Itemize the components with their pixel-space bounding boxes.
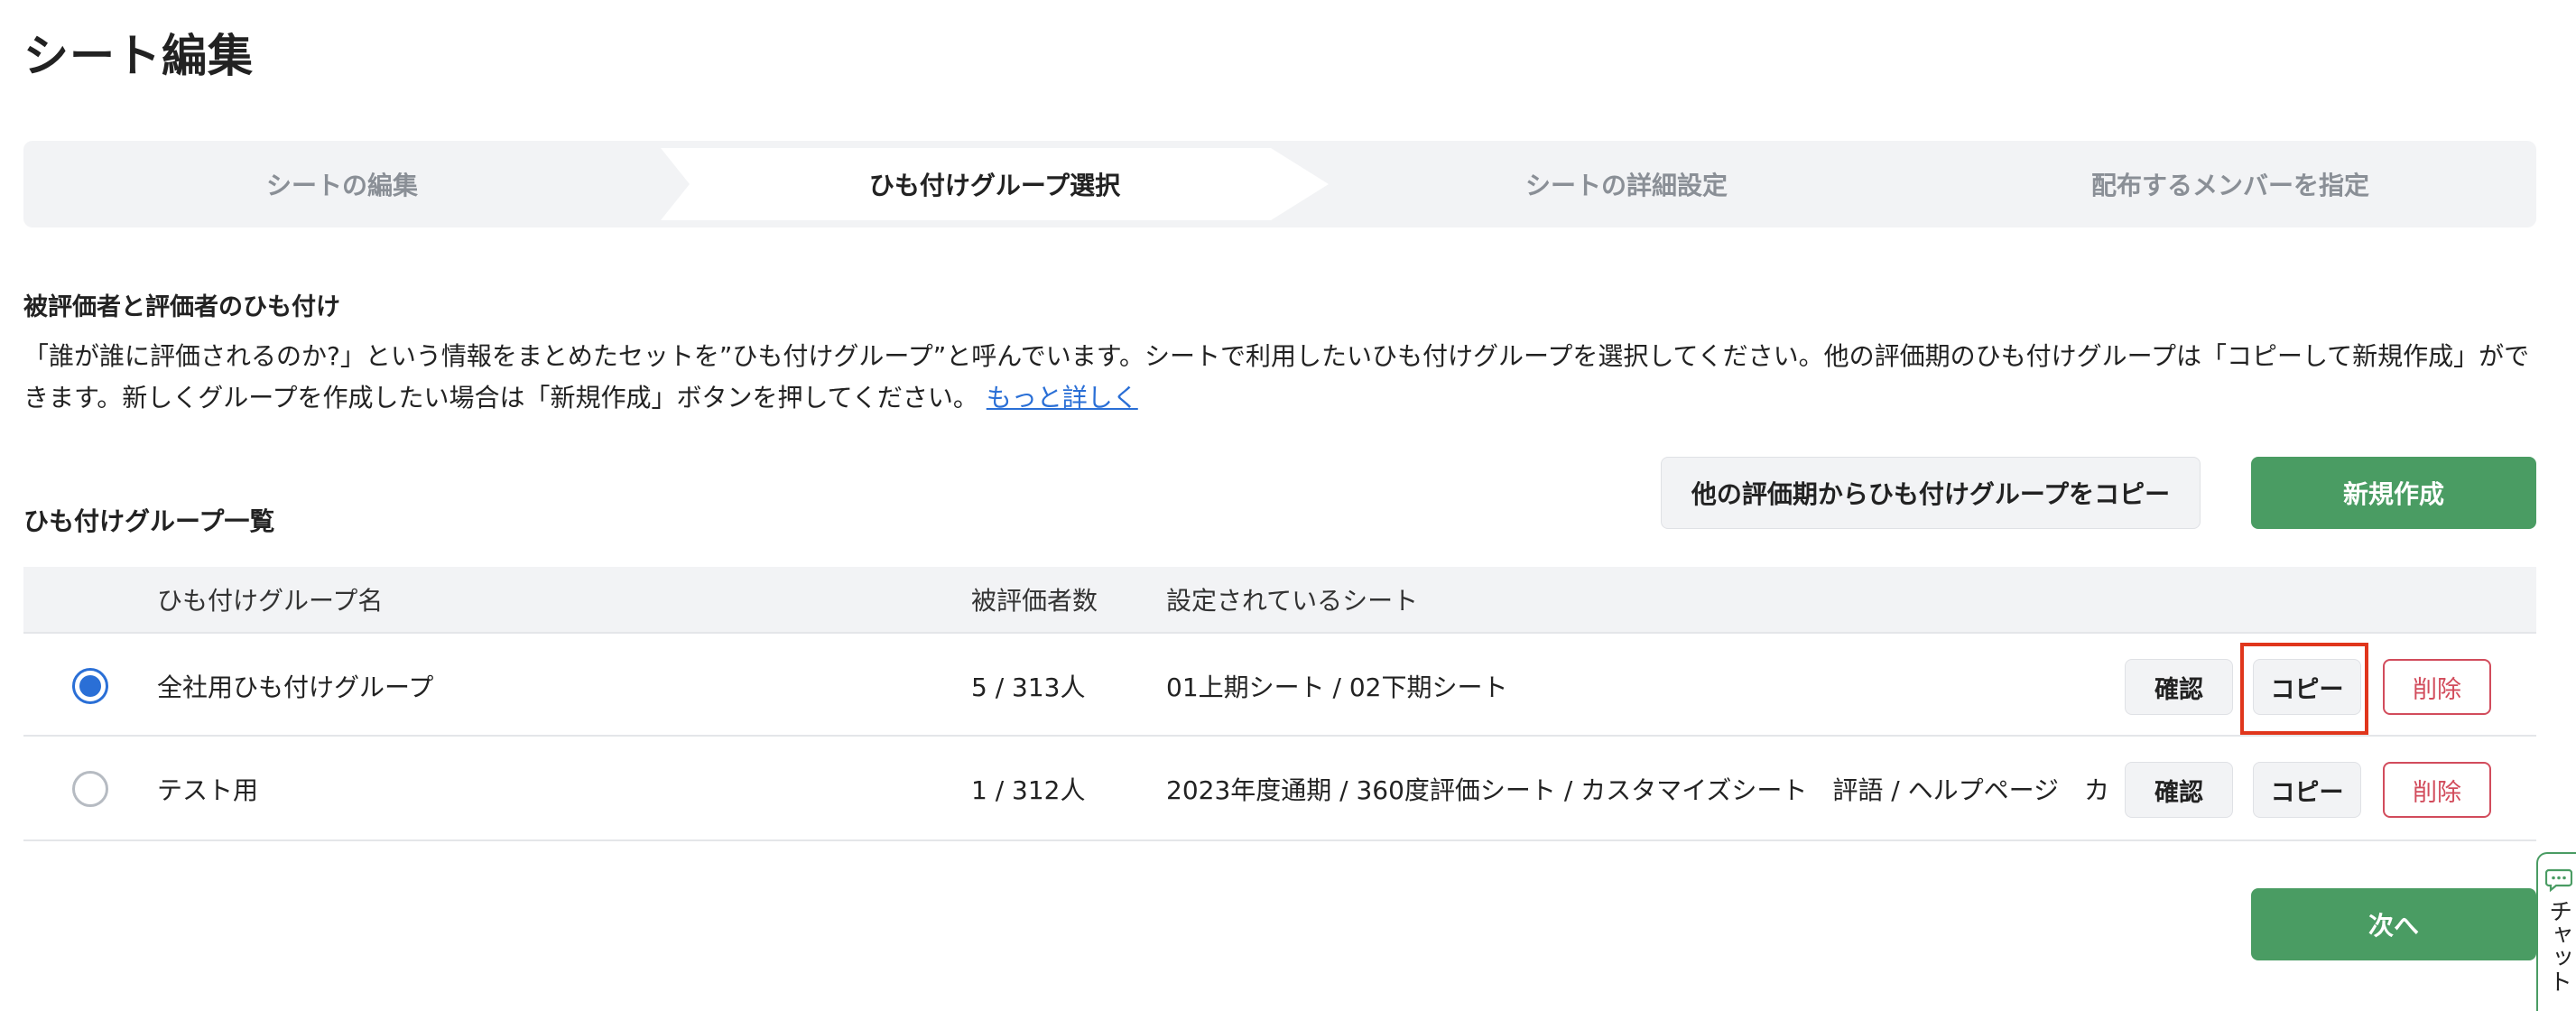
copy-button[interactable]: コピー [2253,659,2361,715]
chat-bubble-icon [2545,868,2572,892]
description-text: 「誰が誰に評価されるのか?」という情報をまとめたセットを”ひも付けグループ”と呼… [23,341,2530,413]
step-group-select[interactable]: ひも付けグループ選択 [661,141,1329,227]
copy-from-other-period-button[interactable]: 他の評価期からひも付けグループをコピー [1661,457,2201,529]
column-group-name: ひも付けグループ名 [157,586,384,616]
page: シート編集 シートの編集 ひも付けグループ選択 シートの詳細設定 配布するメンバ… [0,0,2576,1011]
evaluatee-count: 1 / 312人 [971,775,1086,805]
confirm-button[interactable]: 確認 [2125,659,2233,715]
section-description: 「誰が誰に評価されるのか?」という情報をまとめたセットを”ひも付けグループ”と呼… [23,336,2542,419]
chat-label: チャット [2544,899,2572,993]
page-title: シート編集 [23,30,254,82]
chat-tab[interactable]: チャット [2536,852,2576,1011]
stepper: シートの編集 ひも付けグループ選択 シートの詳細設定 配布するメンバーを指定 [23,141,2536,227]
evaluatee-count: 5 / 313人 [971,672,1086,702]
group-name: 全社用ひも付けグループ [157,672,434,702]
column-evaluatee-count: 被評価者数 [971,586,1098,616]
new-create-button[interactable]: 新規作成 [2251,457,2536,529]
assigned-sheets: 01上期シート / 02下期シート [1166,672,1508,702]
table-row[interactable]: テスト用 1 / 312人 2023年度通期 / 360度評価シート / カスタ… [23,737,2536,841]
delete-button[interactable]: 削除 [2383,659,2491,715]
confirm-button[interactable]: 確認 [2125,762,2233,818]
group-name: テスト用 [157,775,259,805]
step-sheet-detail[interactable]: シートの詳細設定 [1329,141,1924,227]
section-heading: 被評価者と評価者のひも付け [23,293,340,321]
column-assigned-sheets: 設定されているシート [1166,586,1419,616]
step-assign-members[interactable]: 配布するメンバーを指定 [1924,141,2536,227]
table-row[interactable]: 全社用ひも付けグループ 5 / 313人 01上期シート / 02下期シート 確… [23,632,2536,737]
delete-button[interactable]: 削除 [2383,762,2491,818]
group-radio[interactable] [72,771,108,807]
group-list-heading: ひも付けグループ一覧 [23,506,275,536]
more-details-link[interactable]: もっと詳しく [987,383,1138,413]
next-button[interactable]: 次へ [2251,888,2536,960]
step-sheet-edit[interactable]: シートの編集 [23,141,661,227]
assigned-sheets: 2023年度通期 / 360度評価シート / カスタマイズシート 評語 / ヘル… [1166,775,2108,805]
copy-button[interactable]: コピー [2253,762,2361,818]
table-header: ひも付けグループ名 被評価者数 設定されているシート [23,567,2536,632]
group-radio-selected[interactable] [72,668,108,704]
